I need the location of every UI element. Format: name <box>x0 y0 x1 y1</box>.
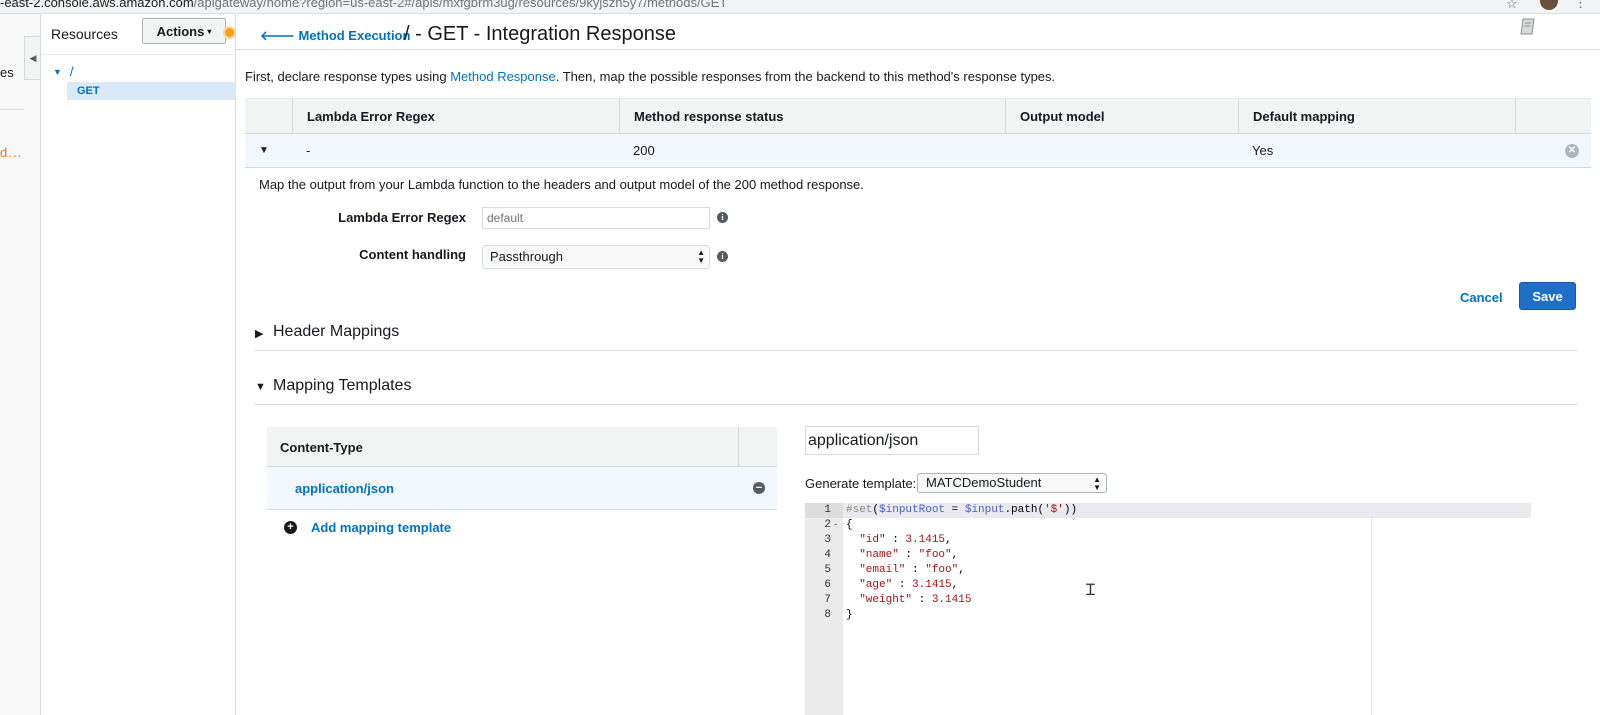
save-button[interactable]: Save <box>1519 282 1576 310</box>
code-line[interactable]: 1 #set($inputRoot = $input.path('$')) <box>805 503 1531 518</box>
plus-circle-icon: + <box>284 521 297 534</box>
content-type-header: Content-Type <box>267 427 777 467</box>
service-nav-strip: ◀ es d... <box>0 14 41 715</box>
expanded-triangle-icon[interactable]: ▼ <box>53 67 62 77</box>
content-handling-select[interactable]: Passthrough ▲ ▼ <box>482 245 710 269</box>
collapse-panel-button[interactable]: ◀ <box>24 36 40 80</box>
resources-title: Resources <box>51 26 118 42</box>
main-content: 🡐 Method Execution / - GET - Integration… <box>236 14 1600 715</box>
cancel-button[interactable]: Cancel <box>1460 290 1503 305</box>
text-cursor-icon: Ɪ <box>1086 580 1095 599</box>
actions-label: Actions <box>156 23 205 39</box>
code-line[interactable]: 2 - { <box>805 518 1531 533</box>
chevron-left-icon: ◀ <box>29 52 37 63</box>
actions-dropdown-button[interactable]: Actions ▾ <box>142 18 226 44</box>
tree-item-get[interactable]: GET <box>67 82 236 100</box>
collapse-row-icon[interactable]: ▼ <box>259 145 269 156</box>
detail-description: Map the output from your Lambda function… <box>259 177 864 192</box>
url-text[interactable]: -east-2.console.aws.amazon.com/apigatewa… <box>0 0 727 10</box>
content-type-item-label[interactable]: application/json <box>295 481 394 496</box>
remove-response-icon[interactable]: ✕ <box>1565 144 1579 158</box>
remove-content-type-icon[interactable]: − <box>753 482 765 494</box>
lambda-error-regex-input[interactable] <box>482 207 710 229</box>
profile-avatar[interactable] <box>1540 0 1558 10</box>
info-icon[interactable]: i <box>717 212 728 223</box>
nav-item-fragment-highlight[interactable]: d... <box>0 145 22 160</box>
nav-divider <box>0 109 24 110</box>
documentation-book-icon[interactable] <box>1520 18 1536 36</box>
intro-text: First, declare response types using Meth… <box>245 69 1056 84</box>
fold-toggle-icon[interactable]: - <box>833 518 838 533</box>
collapsed-triangle-icon[interactable]: ▶ <box>255 327 263 340</box>
col-method-response-status: Method response status <box>619 99 1005 133</box>
select-arrows-icon: ▲ ▼ <box>697 248 705 265</box>
method-response-link[interactable]: Method Response <box>450 69 556 84</box>
code-line[interactable]: 7 "weight" : 3.1415 <box>805 593 1531 608</box>
table-row[interactable]: ▼ - 200 Yes ✕ <box>245 134 1591 168</box>
page-title: / - GET - Integration Response <box>404 23 676 45</box>
caret-down-icon: ▾ <box>207 26 212 36</box>
page-header: 🡐 Method Execution / - GET - Integration… <box>236 14 1600 50</box>
add-mapping-template-label: Add mapping template <box>311 520 452 535</box>
col-output-model: Output model <box>1005 99 1238 133</box>
mapping-templates-label[interactable]: Mapping Templates <box>273 377 411 395</box>
cell-default-mapping: Yes <box>1252 143 1274 158</box>
cell-regex: - <box>306 143 311 158</box>
resources-panel: Resources Actions ▾ ▼ / GET <box>41 14 236 715</box>
lambda-error-regex-label: Lambda Error Regex <box>338 210 466 225</box>
list-item[interactable]: application/json − <box>267 467 777 510</box>
code-line[interactable]: 5 "email" : "foo", <box>805 563 1531 578</box>
generate-template-value: MATCDemoStudent <box>926 475 1042 490</box>
code-line[interactable]: 6 "age" : 3.1415, <box>805 578 1531 593</box>
table-header: Lambda Error Regex Method response statu… <box>245 98 1591 134</box>
integration-response-table: Lambda Error Regex Method response statu… <box>245 98 1591 168</box>
cell-output-model <box>1005 134 1238 167</box>
nav-item-fragment[interactable]: es <box>0 65 14 80</box>
generate-template-select[interactable]: MATCDemoStudent ▲ ▼ <box>917 473 1107 493</box>
content-type-header-label: Content-Type <box>280 440 363 455</box>
mapping-templates-section[interactable]: ▼ Mapping Templates <box>255 371 1577 405</box>
header-mappings-label[interactable]: Header Mappings <box>273 323 399 341</box>
header-mappings-section[interactable]: ▶ Header Mappings <box>255 317 1577 351</box>
browser-address-bar[interactable]: -east-2.console.aws.amazon.com/apigatewa… <box>0 0 1600 14</box>
cell-status: 200 <box>633 143 655 158</box>
code-line[interactable]: 8 } <box>805 608 1531 623</box>
tree-root-label: / <box>69 64 74 79</box>
browser-menu-icon[interactable]: ⋮ <box>1574 0 1587 11</box>
arrow-left-icon: 🡐 <box>260 28 299 43</box>
template-code-editor[interactable]: 1 #set($inputRoot = $input.path('$')) 2 … <box>805 503 1531 715</box>
generate-template-label: Generate template: <box>805 476 917 491</box>
bookmark-star-icon[interactable]: ☆ <box>1506 0 1518 12</box>
code-line[interactable]: 4 "name" : "foo", <box>805 548 1531 563</box>
select-arrows-icon: ▲ ▼ <box>1093 475 1101 492</box>
col-lambda-error-regex: Lambda Error Regex <box>292 99 619 133</box>
content-handling-label: Content handling <box>359 247 466 262</box>
resources-header: Resources Actions ▾ <box>41 14 236 55</box>
code-line[interactable]: 3 "id" : 3.1415, <box>805 533 1531 548</box>
info-icon[interactable]: i <box>717 251 728 262</box>
resize-handle[interactable] <box>223 26 236 39</box>
col-default-mapping: Default mapping <box>1238 99 1515 133</box>
add-mapping-template-button[interactable]: + Add mapping template <box>284 520 451 535</box>
content-type-input[interactable]: application/json <box>805 426 979 455</box>
content-type-table: Content-Type application/json − <box>267 427 777 510</box>
content-handling-value: Passthrough <box>490 249 563 264</box>
method-execution-back-link[interactable]: 🡐 Method Execution <box>260 28 410 44</box>
expanded-triangle-icon[interactable]: ▼ <box>255 381 266 393</box>
tree-item-root[interactable]: ▼ / <box>53 64 74 79</box>
